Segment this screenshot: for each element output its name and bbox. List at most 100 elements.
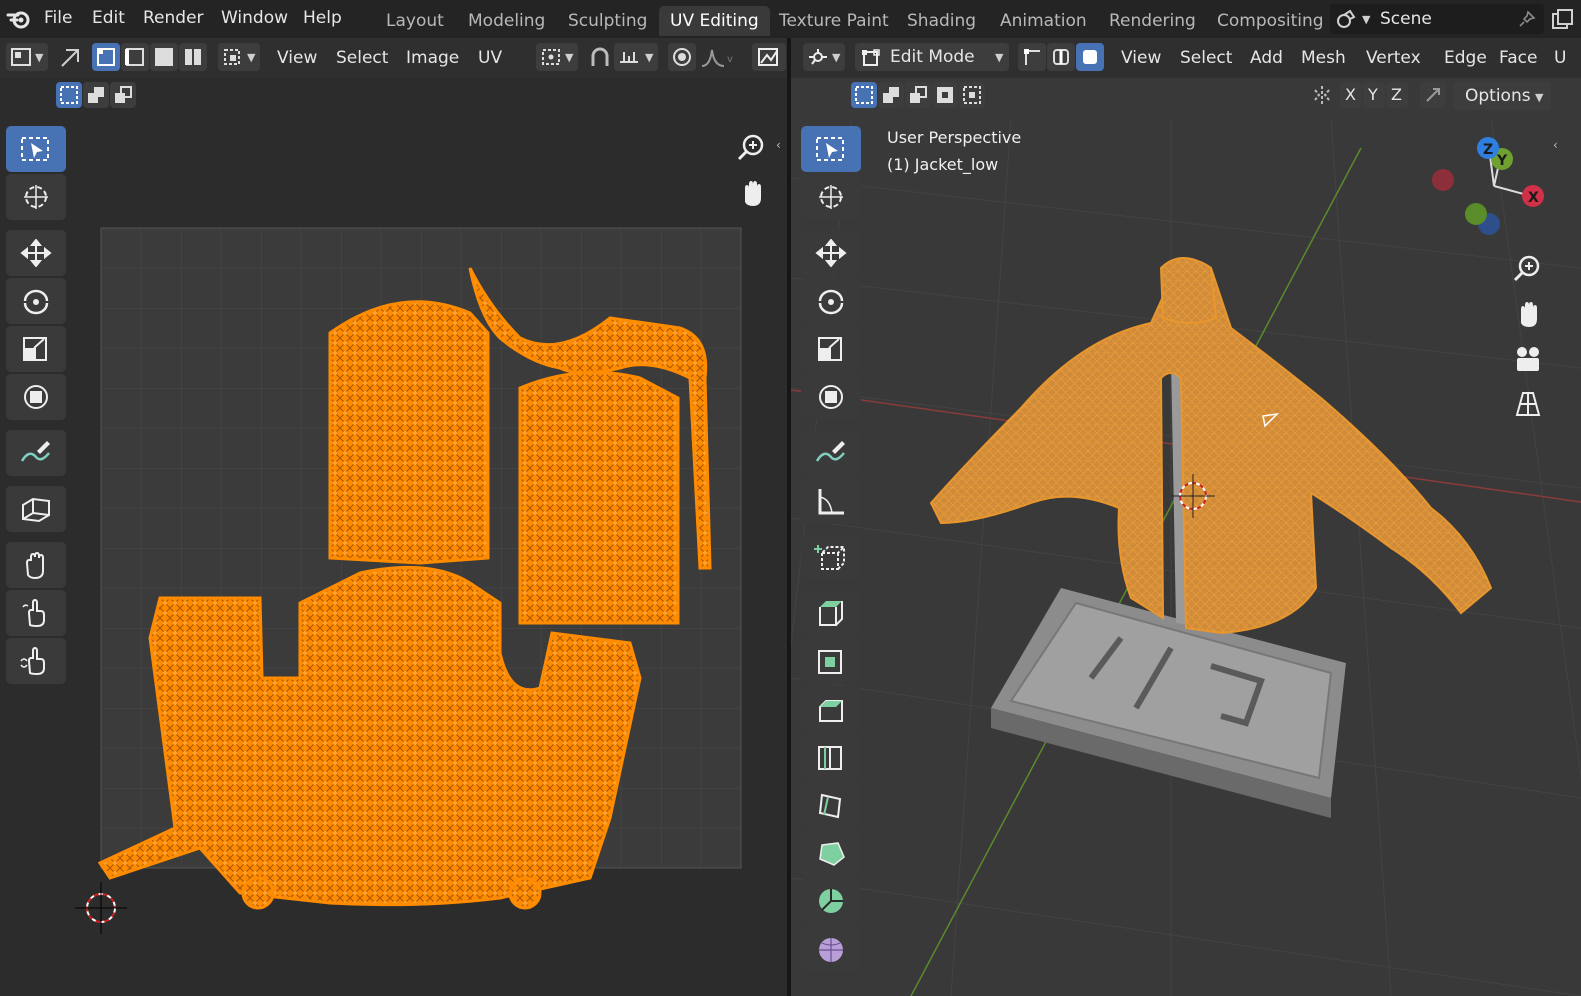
viewport-menu-view[interactable]: View (1121, 48, 1161, 68)
uv-menu-uv[interactable]: UV (478, 48, 502, 68)
tool-annotate[interactable] (6, 430, 66, 476)
tab-animation[interactable]: Animation (989, 6, 1098, 36)
tool-measure[interactable] (801, 478, 861, 524)
viewport-menu-add[interactable]: Add (1250, 48, 1283, 68)
gizmo-neg-y[interactable] (1465, 203, 1487, 225)
viewport-editor-type-selector[interactable]: ▼ (803, 43, 845, 71)
tool-rotate[interactable] (6, 278, 66, 324)
tool-move[interactable] (801, 230, 861, 276)
select-extend-button[interactable] (878, 82, 904, 108)
tool-inset[interactable] (801, 638, 861, 684)
tab-modeling[interactable]: Modeling (457, 6, 556, 36)
tool-transform[interactable] (6, 374, 66, 420)
menu-file[interactable]: File (44, 8, 72, 28)
mode-selector[interactable]: Edit Mode ▼ (855, 43, 1009, 71)
tab-shading[interactable]: Shading (896, 6, 987, 36)
3d-viewport[interactable]: ▼ Edit Mode ▼ View Select Add Mesh Verte… (791, 38, 1581, 996)
mirror-y-button[interactable]: Y (1363, 82, 1385, 108)
tab-texture-paint[interactable]: Texture Paint (768, 6, 900, 36)
tool-pinch[interactable] (6, 638, 66, 684)
island-select-mode-button[interactable] (179, 43, 207, 71)
tab-rendering[interactable]: Rendering (1098, 6, 1207, 36)
edge-select-mode-button[interactable] (1047, 43, 1075, 71)
tab-compositing[interactable]: Compositing (1206, 6, 1335, 36)
navigation-gizmo[interactable]: X Y Z (1421, 134, 1551, 244)
uv-island-sleeve-right[interactable] (518, 370, 680, 625)
edge-select-mode-button[interactable] (121, 43, 149, 71)
menu-help[interactable]: Help (303, 8, 342, 28)
pivot-point-dropdown[interactable]: ▼ (536, 43, 578, 71)
sticky-selection-dropdown[interactable]: ▼ (218, 43, 260, 71)
select-new-button[interactable] (851, 82, 877, 108)
uv-island-sleeve-left[interactable] (328, 300, 490, 565)
mirror-x-button[interactable]: X (1340, 82, 1362, 108)
viewport-menu-vertex[interactable]: Vertex (1366, 48, 1421, 68)
tool-cursor[interactable] (801, 174, 861, 220)
pan-hand-icon[interactable] (733, 174, 771, 212)
tool-add-cube[interactable] (801, 534, 861, 580)
viewport-menu-mesh[interactable]: Mesh (1301, 48, 1346, 68)
tool-rip-region[interactable] (6, 486, 66, 532)
uv-canvas[interactable] (0, 78, 787, 996)
sidebar-toggle-icon[interactable]: ‹ (1553, 138, 1558, 152)
blender-logo-icon[interactable] (6, 6, 32, 32)
tray-mesh[interactable] (991, 588, 1346, 818)
uv-island-cuff-left[interactable] (241, 876, 275, 910)
editor-type-selector[interactable]: ▼ (6, 43, 48, 71)
tool-scale[interactable] (6, 326, 66, 372)
scene-selector[interactable]: ▼ Scene (1330, 4, 1544, 34)
tool-select-box[interactable] (6, 126, 66, 172)
tool-select-box[interactable] (801, 126, 861, 172)
image-browse-button[interactable] (752, 43, 786, 71)
mirror-z-button[interactable]: Z (1386, 82, 1408, 108)
tool-transform[interactable] (801, 374, 861, 420)
2d-cursor-icon[interactable] (75, 882, 127, 934)
sync-selection-icon[interactable] (58, 46, 82, 70)
face-select-mode-button[interactable] (150, 43, 178, 71)
uv-menu-image[interactable]: Image (406, 48, 459, 68)
tab-sculpting[interactable]: Sculpting (557, 6, 658, 36)
new-scene-icon[interactable] (1551, 8, 1575, 30)
sidebar-toggle-icon[interactable]: ‹ (776, 138, 781, 152)
menu-edit[interactable]: Edit (92, 8, 125, 28)
tab-layout[interactable]: Layout (375, 6, 455, 36)
zoom-icon[interactable] (1509, 250, 1547, 288)
uv-island-cuff-right[interactable] (508, 876, 542, 910)
select-invert-button[interactable] (932, 82, 958, 108)
viewport-menu-select[interactable]: Select (1180, 48, 1232, 68)
falloff-icon[interactable]: v (700, 46, 736, 70)
perspective-grid-icon[interactable] (1509, 385, 1547, 423)
tool-poly-build[interactable] (801, 830, 861, 876)
tool-knife[interactable] (801, 782, 861, 828)
viewport-menu-face[interactable]: Face (1499, 48, 1537, 68)
select-subtract-button[interactable] (905, 82, 931, 108)
vertex-select-mode-button[interactable] (92, 43, 120, 71)
zoom-icon[interactable] (733, 129, 771, 167)
tool-extrude[interactable] (801, 590, 861, 636)
tool-bevel[interactable] (801, 686, 861, 732)
tool-grab[interactable] (6, 542, 66, 588)
tool-move[interactable] (6, 230, 66, 276)
pin-icon[interactable] (1518, 10, 1536, 28)
viewport-menu-uv[interactable]: U (1554, 48, 1566, 68)
tool-scale[interactable] (801, 326, 861, 372)
tool-smooth[interactable] (801, 926, 861, 972)
face-select-mode-button[interactable] (1076, 43, 1104, 71)
viewport-menu-edge[interactable]: Edge (1444, 48, 1487, 68)
gizmo-neg-x[interactable] (1432, 169, 1454, 191)
auto-merge-button[interactable] (1420, 82, 1446, 108)
viewport-scene[interactable] (791, 118, 1581, 996)
menu-window[interactable]: Window (221, 8, 288, 28)
uv-menu-view[interactable]: View (277, 48, 317, 68)
tool-cursor[interactable] (6, 174, 66, 220)
tool-relax[interactable] (6, 590, 66, 636)
tool-rotate[interactable] (801, 278, 861, 324)
snap-icon[interactable] (588, 46, 612, 70)
uv-menu-select[interactable]: Select (336, 48, 388, 68)
tool-spin[interactable] (801, 878, 861, 924)
snap-target-dropdown[interactable]: ▼ (614, 43, 658, 71)
tab-uv-editing[interactable]: UV Editing (659, 6, 770, 36)
uv-editor[interactable]: ▼ ▼ View Select Image UV ▼ ▼ v ‹ (0, 38, 787, 996)
tool-loop-cut[interactable] (801, 734, 861, 780)
jacket-mesh[interactable] (929, 257, 1493, 635)
